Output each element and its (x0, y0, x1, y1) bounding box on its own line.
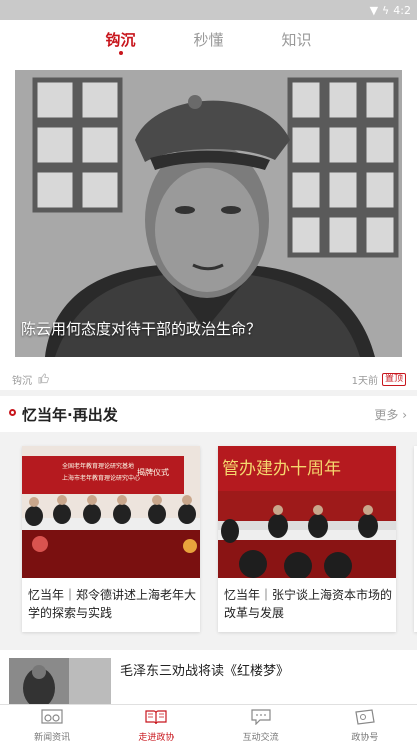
thumbs-up-icon[interactable] (38, 372, 49, 387)
banner-line-2: 上海市老年教育理论研究中心 (62, 474, 140, 482)
section-dot-icon (9, 409, 16, 416)
chat-icon (251, 709, 271, 725)
hero-source: 钩沉 (12, 376, 32, 387)
nav-label: 新闻资讯 (34, 733, 71, 743)
card-carousel[interactable]: 全国老年教育理论研究基地 上海市老年教育理论研究中心 揭牌仪式 忆当年｜郑令德讲… (0, 446, 417, 634)
status-time: 4:2 (393, 3, 411, 17)
status-icons: ▼ ϟ 4:2 (370, 2, 411, 18)
news-list-item[interactable]: 毛泽东三劝战将读《红楼梦》 (0, 650, 417, 706)
hero-meta-right: 1天前 置顶 (352, 372, 406, 387)
banner-line-1: 全国老年教育理论研究基地 (62, 462, 134, 470)
hero-time: 1天前 (351, 376, 378, 387)
news-thumbnail (9, 658, 111, 706)
battery-charging-icon: ϟ (382, 3, 390, 17)
bottom-nav: 新闻资讯 走进政协 互动交流 政协号 (0, 704, 417, 744)
more-label: 更多 (374, 408, 399, 422)
status-bar: ▼ ϟ 4:2 (0, 0, 417, 20)
nav-cppcc[interactable]: 走进政协 (104, 705, 208, 744)
card-image: 管办建办十周年 (218, 446, 396, 578)
glasses-icon (41, 709, 63, 724)
nav-label: 政协号 (351, 733, 379, 743)
memories-section: 忆当年·再出发 更多 › 全国老年教育理论研究基地 上海市老年教育理论研究中心 … (0, 396, 417, 646)
banner-tag: 揭牌仪式 (137, 467, 169, 477)
card-item[interactable]: 全国老年教育理论研究基地 上海市老年教育理论研究中心 揭牌仪式 忆当年｜郑令德讲… (22, 446, 200, 632)
nav-label: 走进政协 (138, 733, 175, 743)
tab-gouchen[interactable]: 钩沉 (77, 20, 165, 60)
nav-news[interactable]: 新闻资讯 (0, 705, 104, 744)
more-link[interactable]: 更多 › (374, 406, 407, 423)
section-header: 忆当年·再出发 更多 › (0, 396, 417, 432)
banner-line-1: 管办建办十周年 (222, 459, 341, 479)
hero-article[interactable]: 陈云用何态度对待干部的政治生命？ (0, 60, 417, 390)
news-title[interactable]: 毛泽东三劝战将读《红楼梦》 (120, 660, 289, 679)
book-icon (145, 710, 167, 725)
nav-label: 互动交流 (242, 733, 279, 743)
card-item[interactable]: 管办建办十周年 忆当年｜张宁谈上海资本市场的改革与发展 (218, 446, 396, 632)
hero-title[interactable]: 陈云用何态度对待干部的政治生命？ (21, 318, 261, 339)
wifi-icon: ▼ (369, 3, 379, 17)
top-tab-bar: 钩沉 秒懂 知识 (0, 20, 417, 60)
card-title[interactable]: 忆当年｜郑令德讲述上海老年大学的探索与实践 (28, 586, 196, 622)
pinned-badge: 置顶 (381, 373, 406, 386)
hero-meta-left: 钩沉 (12, 372, 49, 387)
nav-interaction[interactable]: 互动交流 (209, 705, 313, 744)
tab-miaodong[interactable]: 秒懂 (165, 20, 253, 60)
section-title: 忆当年·再出发 (22, 406, 118, 424)
nav-cppcc-account[interactable]: 政协号 (313, 705, 417, 744)
card-image: 全国老年教育理论研究基地 上海市老年教育理论研究中心 揭牌仪式 (22, 446, 200, 578)
card-title[interactable]: 忆当年｜张宁谈上海资本市场的改革与发展 (224, 586, 392, 622)
badge-card-icon (355, 709, 375, 725)
chevron-right-icon: › (402, 408, 407, 422)
hero-photo (15, 70, 402, 357)
tab-zhishi[interactable]: 知识 (253, 20, 341, 60)
hero-image[interactable]: 陈云用何态度对待干部的政治生命？ (15, 70, 402, 357)
